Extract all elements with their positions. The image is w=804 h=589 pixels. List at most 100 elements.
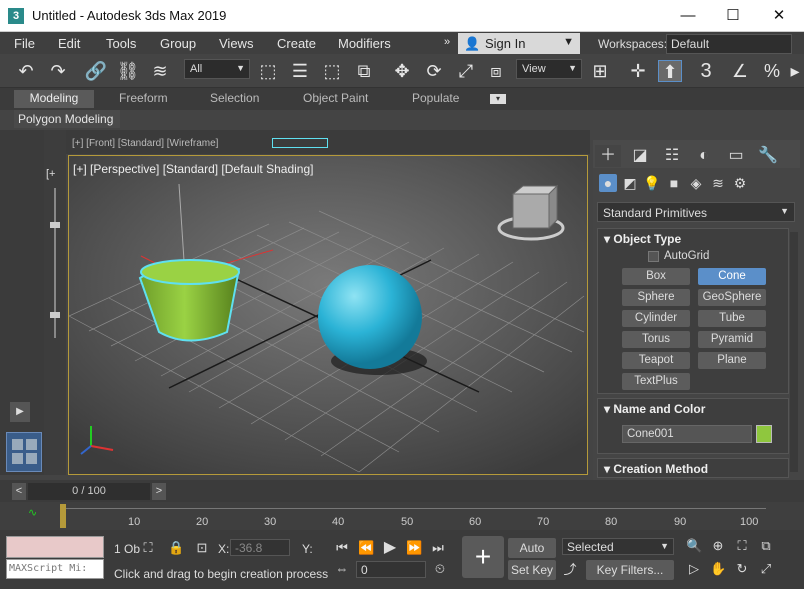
tab-selection[interactable]: Selection xyxy=(210,91,259,105)
track-bar[interactable]: ∿ 10 20 30 40 50 60 70 80 90 100 xyxy=(0,502,804,530)
play-icon[interactable]: ▶ xyxy=(382,540,398,556)
tab-freeform[interactable]: Freeform xyxy=(119,91,168,105)
shapes-icon[interactable]: ◩ xyxy=(621,174,639,192)
geosphere-button[interactable]: GeoSphere xyxy=(698,289,766,306)
undo-icon[interactable]: ↶ xyxy=(14,60,38,82)
cameras-icon[interactable]: ■ xyxy=(665,174,683,192)
slider-handle-icon[interactable] xyxy=(50,222,60,228)
toolbar-scroll-icon[interactable]: ▸ xyxy=(788,60,802,82)
lights-icon[interactable]: 💡 xyxy=(643,174,661,192)
sphere-button[interactable]: Sphere xyxy=(622,289,690,306)
tab-object-paint[interactable]: Object Paint xyxy=(303,91,368,105)
autogrid-checkbox[interactable] xyxy=(648,251,659,262)
x-coordinate-field[interactable]: -36.8 xyxy=(230,539,290,556)
modify-tab-icon[interactable]: ◪ xyxy=(627,145,653,167)
zoom-extents-all-icon[interactable]: ⧉ xyxy=(758,538,774,554)
pivot-center-icon[interactable]: ⊞ xyxy=(588,60,612,82)
percent-snap-icon[interactable]: % xyxy=(760,60,784,82)
cylinder-button[interactable]: Cylinder xyxy=(622,310,690,327)
textplus-button[interactable]: TextPlus xyxy=(622,373,690,390)
plane-button[interactable]: Plane xyxy=(698,352,766,369)
menu-group[interactable]: Group xyxy=(160,36,196,51)
set-key-big-icon[interactable]: + xyxy=(462,536,504,578)
tab-modeling[interactable]: Modeling xyxy=(14,90,94,108)
default-in-out-tangents-icon[interactable]: ⤴ xyxy=(562,562,578,578)
isolate-selection-icon[interactable]: ⛶ xyxy=(140,540,156,556)
move-icon[interactable]: ✥ xyxy=(390,60,414,82)
zoom-extents-icon[interactable]: ⛶ xyxy=(734,538,750,554)
front-viewport-label[interactable]: [+] [Front] [Standard] [Wireframe] xyxy=(72,138,218,149)
object-name-input[interactable]: Cone001 xyxy=(622,425,752,443)
select-manipulate-icon[interactable]: ✛ xyxy=(626,60,650,82)
key-mode-icon[interactable]: ⇔ xyxy=(334,561,350,577)
auto-key-button[interactable]: Auto Key xyxy=(508,538,556,575)
motion-tab-icon[interactable]: ◐ xyxy=(691,145,717,167)
slider-handle-icon-2[interactable] xyxy=(50,312,60,318)
pan-icon[interactable]: ✋ xyxy=(710,561,726,577)
window-crossing-icon[interactable]: ⧉ xyxy=(352,60,376,82)
unlink-icon[interactable]: ⛓ xyxy=(116,60,140,82)
field-of-view-icon[interactable]: ▷ xyxy=(686,561,702,577)
menu-file[interactable]: File xyxy=(14,36,35,51)
tube-button[interactable]: Tube xyxy=(698,310,766,327)
geometry-icon[interactable]: ● xyxy=(599,174,617,192)
key-mode-select[interactable]: Selected ▼ xyxy=(562,538,674,555)
menu-tools[interactable]: Tools xyxy=(106,36,136,51)
place-icon[interactable]: ⧈ xyxy=(484,60,508,82)
next-frame-icon[interactable]: > xyxy=(152,483,166,500)
time-slider-thumb[interactable]: 0 / 100 xyxy=(28,483,150,500)
torus-button[interactable]: Torus xyxy=(622,331,690,348)
curve-editor-icon[interactable]: ∿ xyxy=(28,506,37,519)
current-frame-field[interactable]: 0 xyxy=(356,561,426,578)
perspective-viewport[interactable]: [+] [Perspective] [Standard] [Default Sh… xyxy=(68,155,588,475)
helpers-icon[interactable]: ◈ xyxy=(687,174,705,192)
viewport-label[interactable]: [+] [Perspective] [Standard] [Default Sh… xyxy=(73,162,313,176)
next-frame-play-icon[interactable]: ⏩ xyxy=(406,540,422,556)
menu-views[interactable]: Views xyxy=(219,36,253,51)
display-tab-icon[interactable]: ▭ xyxy=(723,145,749,167)
previous-frame-icon[interactable]: ⏪ xyxy=(358,540,374,556)
zoom-all-icon[interactable]: ⊕ xyxy=(710,538,726,554)
create-tab-icon[interactable]: ＋ xyxy=(595,145,621,167)
minimize-icon[interactable]: — xyxy=(668,4,708,28)
absolute-mode-icon[interactable]: ⊡ xyxy=(194,540,210,556)
maxscript-listener-output[interactable] xyxy=(6,536,104,558)
systems-icon[interactable]: ⚙ xyxy=(731,174,749,192)
rotate-icon[interactable]: ⟳ xyxy=(422,60,446,82)
menu-modifiers[interactable]: Modifiers xyxy=(338,36,391,51)
name-and-color-header[interactable]: ▾ Name and Color xyxy=(598,399,788,419)
maximize-viewport-icon[interactable]: ⤢ xyxy=(758,561,774,577)
select-by-name-icon[interactable]: ☰ xyxy=(288,60,312,82)
utilities-tab-icon[interactable]: 🔧 xyxy=(755,145,781,167)
orbit-icon[interactable]: ↻ xyxy=(734,561,750,577)
box-button[interactable]: Box xyxy=(622,268,690,285)
play-layout-icon[interactable]: ▶ xyxy=(10,402,30,422)
pyramid-button[interactable]: Pyramid xyxy=(698,331,766,348)
redo-icon[interactable]: ↷ xyxy=(46,60,70,82)
space-warps-icon[interactable]: ≋ xyxy=(709,174,727,192)
viewport-canvas[interactable] xyxy=(69,156,588,475)
rectangular-selection-icon[interactable]: ⬚ xyxy=(320,60,344,82)
scale-icon[interactable]: ⤢ xyxy=(454,60,478,82)
sphere-object[interactable] xyxy=(318,265,422,369)
maximize-icon[interactable]: ☐ xyxy=(713,4,753,28)
bind-space-warp-icon[interactable]: ≋ xyxy=(148,60,172,82)
prev-frame-icon[interactable]: < xyxy=(12,483,26,500)
maxscript-mini-listener[interactable]: MAXScript Mi: xyxy=(6,559,104,579)
keyboard-shortcut-override-icon[interactable]: ⬆ xyxy=(658,60,682,82)
viewport-plus-icon[interactable]: [+ xyxy=(46,168,55,180)
sign-in-button[interactable]: 👤 Sign In ▼ xyxy=(458,33,580,54)
tab-populate[interactable]: Populate xyxy=(412,91,459,105)
ribbon-polygon-modeling[interactable]: Polygon Modeling xyxy=(14,110,120,128)
hierarchy-tab-icon[interactable]: ☷ xyxy=(659,145,685,167)
go-to-end-icon[interactable]: ⏭ xyxy=(430,540,446,556)
cone-button[interactable]: Cone xyxy=(698,268,766,285)
menu-create[interactable]: Create xyxy=(277,36,316,51)
time-configuration-icon[interactable]: ⏲ xyxy=(432,561,448,577)
zoom-icon[interactable]: 🔍 xyxy=(686,538,702,554)
link-icon[interactable]: 🔗 xyxy=(84,60,108,82)
set-key-button[interactable]: Set Key xyxy=(508,560,556,580)
primitive-type-select[interactable]: Standard Primitives ▼ xyxy=(597,202,795,222)
close-icon[interactable]: ✕ xyxy=(759,4,799,28)
selection-filter-select[interactable]: All ▼ xyxy=(184,59,250,79)
